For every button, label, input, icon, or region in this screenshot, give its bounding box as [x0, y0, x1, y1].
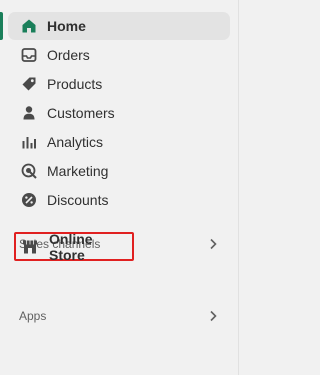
nav-item-marketing[interactable]: Marketing	[8, 157, 230, 185]
nav-item-label: Marketing	[47, 163, 109, 179]
tag-icon	[20, 75, 38, 93]
storefront-icon	[22, 239, 38, 255]
home-icon	[20, 17, 38, 35]
nav-item-label: Analytics	[47, 134, 104, 150]
nav-item-products[interactable]: Products	[8, 70, 230, 98]
nav-item-customers[interactable]: Customers	[8, 99, 230, 127]
inbox-icon	[20, 46, 38, 64]
nav-item-label: Discounts	[47, 192, 109, 208]
target-icon	[20, 162, 38, 180]
bar-chart-icon	[20, 133, 38, 151]
person-icon	[20, 104, 38, 122]
chevron-right-icon	[207, 238, 219, 250]
sidebar: Home Orders Products Customers Analytics…	[0, 0, 239, 375]
nav-item-label: Customers	[47, 105, 115, 121]
nav-item-analytics[interactable]: Analytics	[8, 128, 230, 156]
chevron-right-icon	[207, 310, 219, 322]
nav-item-discounts[interactable]: Discounts	[8, 186, 230, 214]
apps-title: Apps	[19, 309, 47, 323]
nav-item-label: Orders	[47, 47, 90, 63]
apps-header[interactable]: Apps	[19, 306, 219, 326]
sales-channel-online-store[interactable]: Online Store	[14, 230, 134, 263]
discount-icon	[20, 191, 38, 209]
online-store-label: Online Store	[49, 230, 93, 263]
nav-item-label: Home	[47, 18, 86, 34]
nav-item-home[interactable]: Home	[8, 12, 230, 40]
active-indicator	[0, 12, 3, 40]
nav-item-label: Products	[47, 76, 103, 92]
nav-item-orders[interactable]: Orders	[8, 41, 230, 69]
